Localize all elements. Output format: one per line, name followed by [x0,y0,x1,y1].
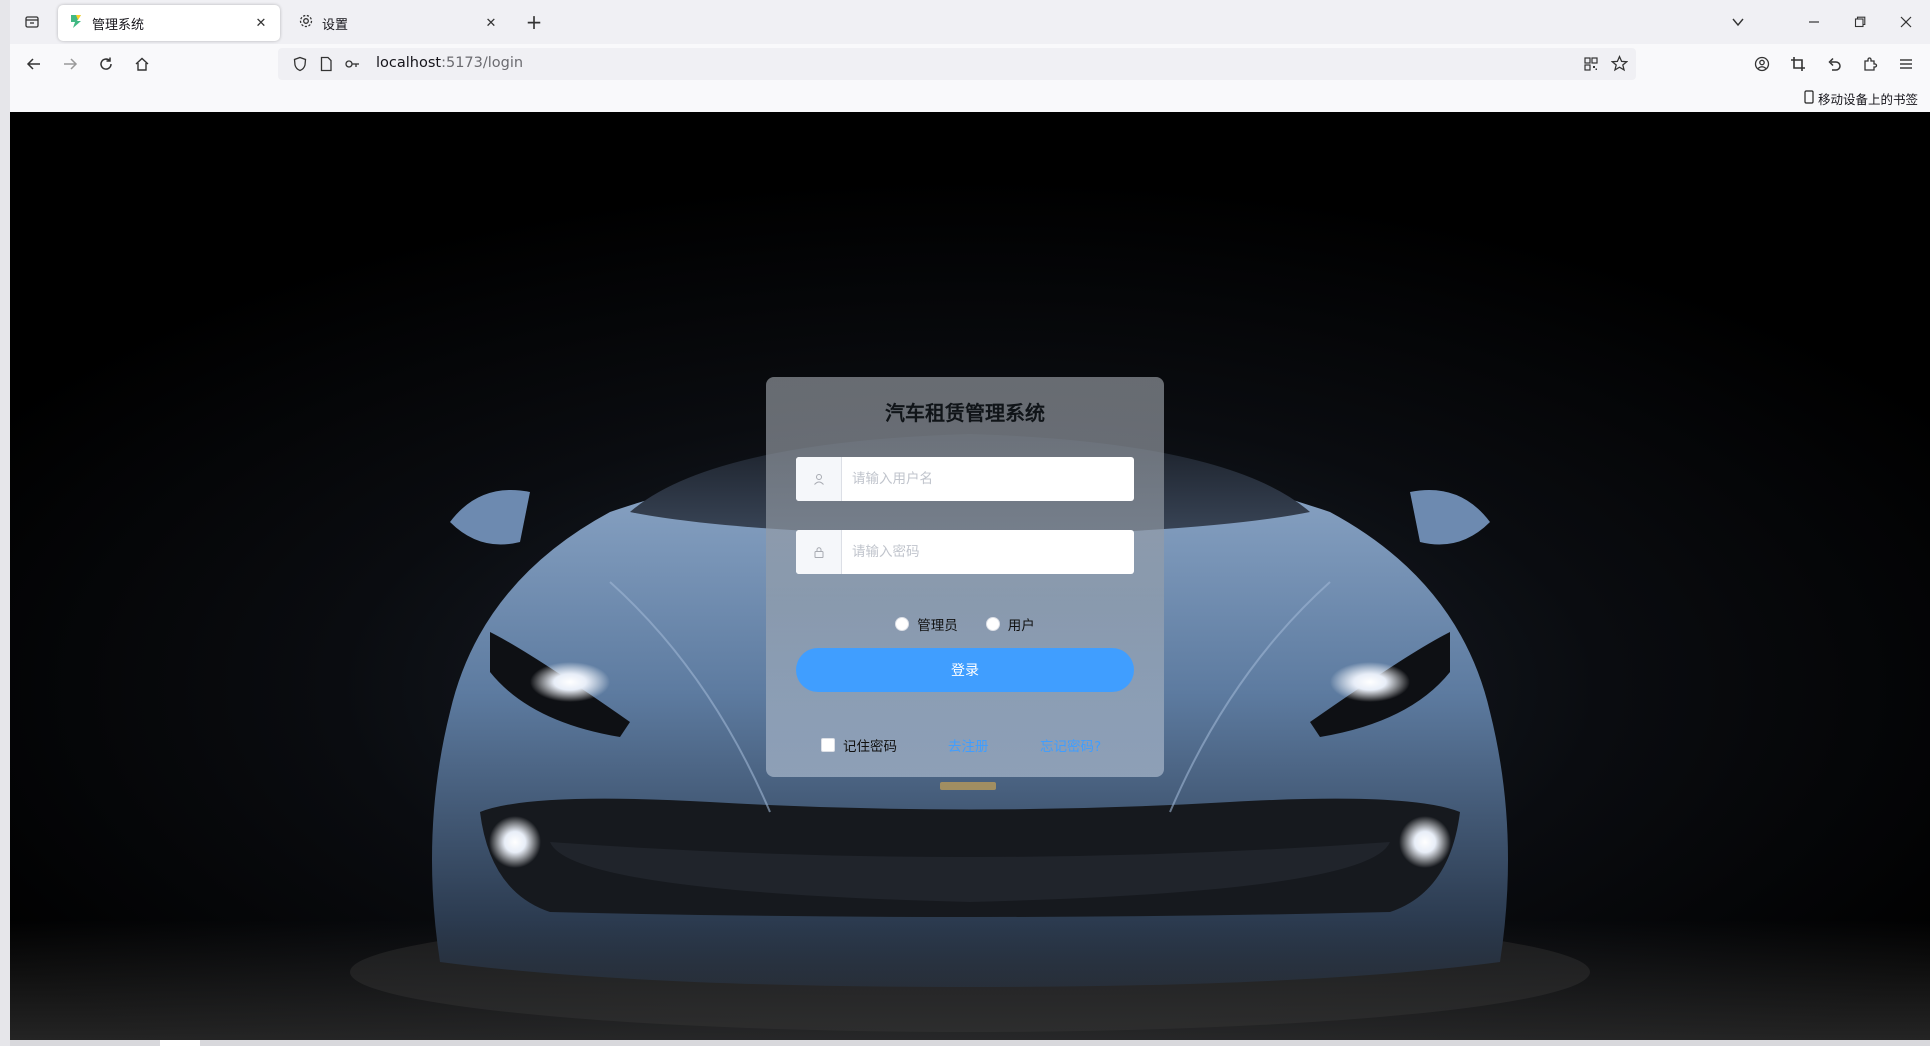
qr-code-icon[interactable] [1583,56,1599,76]
role-radio-user[interactable]: 用户 [985,614,1035,634]
minimize-icon[interactable] [1800,8,1828,36]
account-icon[interactable] [1750,52,1774,76]
close-icon[interactable]: ✕ [482,14,500,32]
radio-icon[interactable] [895,617,910,631]
remember-label: 记住密码 [843,739,897,755]
page-icon[interactable] [318,56,334,76]
restore-icon[interactable] [1846,8,1874,36]
remember-checkbox[interactable] [821,738,835,752]
horizontal-scrollbar[interactable] [10,1040,1930,1046]
url-path: :5173/login [441,55,524,71]
forgot-password-link[interactable]: 忘记密码? [1040,735,1101,755]
close-icon[interactable] [1892,8,1920,36]
menu-icon[interactable] [1894,52,1918,76]
scrollbar-thumb[interactable] [160,1040,200,1046]
gear-icon [298,13,314,33]
username-field[interactable] [796,457,1134,501]
undo-icon[interactable] [1822,52,1846,76]
role-radio-group: 管理员 用户 [766,614,1164,634]
bookmark-label: 移动设备上的书签 [1817,92,1918,107]
bookmarks-toolbar: 移动设备上的书签 [10,84,1930,112]
back-icon[interactable] [22,52,46,76]
login-footer: 记住密码 去注册 忘记密码? [766,732,1164,756]
star-icon[interactable] [1610,55,1629,76]
window-edge [0,0,10,1046]
mobile-bookmarks[interactable]: 移动设备上的书签 [1803,89,1918,108]
tab-management[interactable]: 管理系统 ✕ [58,5,280,41]
mobile-icon [1803,90,1815,107]
role-label: 用户 [1007,618,1035,634]
login-button[interactable]: 登录 [796,648,1134,692]
username-input[interactable] [842,458,1134,500]
floor-shadow [10,920,1930,1040]
role-label: 管理员 [917,618,958,634]
new-tab-button[interactable]: + [522,10,546,34]
login-form: 汽车租赁管理系统 管理员 用户 登录 [766,377,1164,777]
close-icon[interactable]: ✕ [252,14,270,32]
home-icon[interactable] [130,52,154,76]
tab-title: 管理系统 [92,17,145,33]
radio-icon[interactable] [985,617,1000,631]
tab-list-icon[interactable] [20,10,44,34]
reload-icon[interactable] [94,52,118,76]
tab-bar: 管理系统 ✕ 设置 ✕ + [10,0,1930,44]
password-input[interactable] [842,531,1134,573]
shield-icon[interactable] [292,56,308,76]
address-bar[interactable]: localhost:5173/login [278,48,1636,80]
extensions-icon[interactable] [1858,52,1882,76]
register-link[interactable]: 去注册 [948,735,989,755]
login-title: 汽车租赁管理系统 [885,401,1045,425]
vite-favicon-icon [68,13,84,33]
url-host: localhost [376,55,442,71]
role-radio-admin[interactable]: 管理员 [895,614,958,634]
password-field[interactable] [796,530,1134,574]
url-text[interactable]: localhost:5173/login [376,55,523,71]
crop-icon[interactable] [1786,52,1810,76]
login-page: 汽车租赁管理系统 管理员 用户 登录 [10,112,1930,1040]
lock-icon [796,530,842,574]
key-icon[interactable] [344,56,360,76]
remember-password[interactable]: 记住密码 [821,735,897,755]
nav-bar: localhost:5173/login [10,44,1930,84]
chevron-down-icon[interactable] [1724,8,1752,36]
forward-icon[interactable] [58,52,82,76]
user-icon [796,457,842,501]
tab-settings[interactable]: 设置 ✕ [288,5,510,41]
tab-title: 设置 [322,17,349,33]
